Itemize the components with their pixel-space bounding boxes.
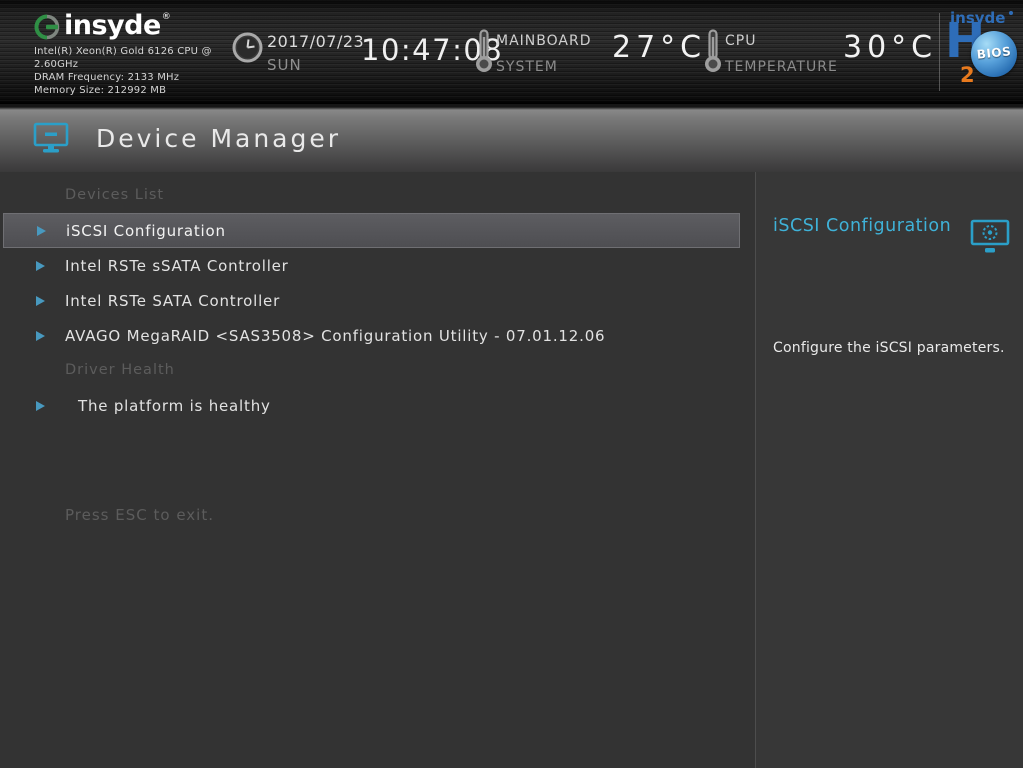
h2o-bios-sphere: BIOS xyxy=(971,31,1017,77)
day-text: SUN xyxy=(267,56,364,74)
iscsi-configuration-icon xyxy=(969,218,1011,256)
device-item-intel-rste-sata-controller[interactable]: Intel RSTe SATA Controller xyxy=(3,283,740,318)
row-arrow-icon xyxy=(36,296,45,306)
insyde-logo-icon xyxy=(32,11,62,41)
device-list-panel: Devices List iSCSI Configuration Intel R… xyxy=(0,172,755,768)
devices-list-section-title: Devices List xyxy=(3,172,740,205)
cpu-thermometer-icon xyxy=(703,29,723,73)
dram-frequency-info: DRAM Frequency: 2133 MHz xyxy=(34,71,239,84)
top-banner: insyde ® Intel(R) Xeon(R) Gold 6126 CPU … xyxy=(0,0,1023,104)
device-manager-icon xyxy=(32,120,70,156)
logo-divider xyxy=(939,13,940,91)
detail-panel-title: iSCSI Configuration xyxy=(773,214,951,238)
exit-hint: Press ESC to exit. xyxy=(3,423,740,523)
device-item-intel-rste-ssata-controller[interactable]: Intel RSTe sSATA Controller xyxy=(3,248,740,283)
cpu-temperature-value: 30°C xyxy=(843,30,937,65)
temperature-label: TEMPERATURE xyxy=(725,59,838,75)
system-info: Intel(R) Xeon(R) Gold 6126 CPU @ 2.60GHz… xyxy=(34,45,239,97)
bios-screen: insyde ® Intel(R) Xeon(R) Gold 6126 CPU … xyxy=(0,0,1023,768)
detail-panel: iSCSI Configuration Configure the iSCSI … xyxy=(755,172,1023,768)
device-item-label: Intel RSTe sSATA Controller xyxy=(65,257,289,275)
memory-size-info: Memory Size: 212992 MB xyxy=(34,84,239,97)
page-title: Device Manager xyxy=(96,124,341,153)
device-item-label: Intel RSTe SATA Controller xyxy=(65,292,280,310)
clock-icon xyxy=(232,32,263,63)
driver-health-section-title: Driver Health xyxy=(3,353,740,388)
mainboard-temperature-value: 27°C xyxy=(612,30,706,65)
row-arrow-icon xyxy=(36,401,45,411)
cpu-temp-label-group: CPU TEMPERATURE xyxy=(725,33,838,75)
driver-health-item-platform-healthy[interactable]: The platform is healthy xyxy=(3,388,740,423)
main-area: Devices List iSCSI Configuration Intel R… xyxy=(0,172,1023,768)
date-day-group: 2017/07/23 SUN xyxy=(267,32,364,74)
mainboard-label-group: MAINBOARD SYSTEM xyxy=(496,33,591,75)
row-arrow-icon xyxy=(36,261,45,271)
mainboard-thermometer-icon xyxy=(474,29,494,73)
system-label: SYSTEM xyxy=(496,59,591,75)
date-text: 2017/07/23 xyxy=(267,32,364,51)
mainboard-label: MAINBOARD xyxy=(496,33,591,49)
h2o-brand-dot xyxy=(1009,11,1013,15)
h2o-subscript-2: 2 xyxy=(960,63,975,87)
brand-name: insyde xyxy=(64,11,161,41)
row-arrow-icon xyxy=(36,331,45,341)
device-item-label: AVAGO MegaRAID <SAS3508> Configuration U… xyxy=(65,327,605,345)
cpu-info: Intel(R) Xeon(R) Gold 6126 CPU @ 2.60GHz xyxy=(34,45,239,71)
row-arrow-icon xyxy=(37,226,46,236)
detail-panel-description: Configure the iSCSI parameters. xyxy=(773,340,1019,356)
h2o-bios-logo: insyde H BIOS 2 xyxy=(945,7,1019,99)
brand-registered-mark: ® xyxy=(162,12,171,22)
driver-health-item-label: The platform is healthy xyxy=(78,397,271,415)
h2o-bios-text: BIOS xyxy=(970,44,1017,63)
cpu-label: CPU xyxy=(725,33,838,49)
device-item-iscsi-configuration[interactable]: iSCSI Configuration xyxy=(3,213,740,248)
title-bar: Device Manager xyxy=(0,104,1023,172)
device-item-label: iSCSI Configuration xyxy=(66,222,226,240)
device-item-avago-megaraid-config-utility[interactable]: AVAGO MegaRAID <SAS3508> Configuration U… xyxy=(3,318,740,353)
insyde-brand: insyde ® xyxy=(32,11,171,41)
